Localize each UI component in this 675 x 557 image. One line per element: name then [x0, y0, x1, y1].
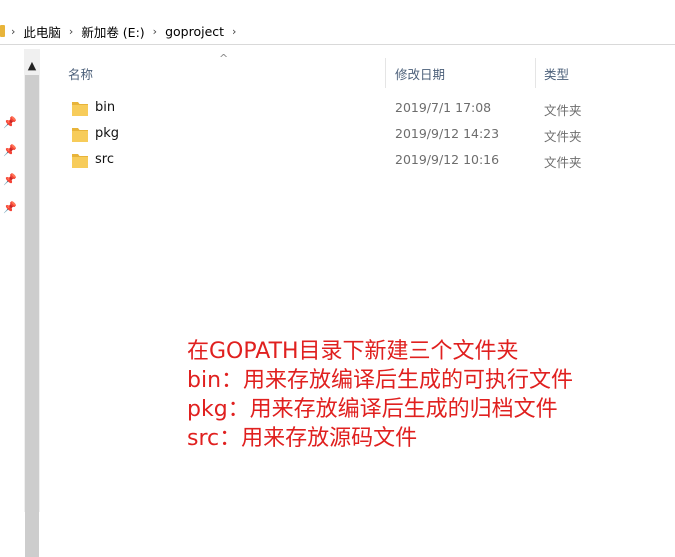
- column-divider[interactable]: [385, 58, 386, 88]
- chevron-right-icon[interactable]: ›: [153, 25, 157, 38]
- annotation-line: 在GOPATH目录下新建三个文件夹: [187, 339, 519, 364]
- file-type: 文件夹: [544, 129, 582, 144]
- breadcrumb-drive-e[interactable]: 新加卷 (E:): [81, 22, 144, 41]
- file-modified: 2019/7/1 17:08: [395, 100, 492, 115]
- folder-icon: [72, 154, 88, 168]
- file-modified: 2019/9/12 14:23: [395, 126, 500, 141]
- chevron-right-icon[interactable]: ›: [232, 25, 236, 38]
- file-type: 文件夹: [544, 155, 582, 170]
- column-modified[interactable]: 修改日期: [395, 58, 535, 88]
- column-type[interactable]: 类型: [544, 58, 644, 88]
- scroll-up-icon[interactable]: ▲: [24, 57, 40, 73]
- file-row-src[interactable]: src 2019/9/12 10:16 文件夹: [44, 149, 644, 173]
- scrollbar-thumb[interactable]: [25, 75, 39, 557]
- pin-icon[interactable]: 📌: [3, 145, 17, 157]
- folder-icon: [0, 25, 5, 37]
- breadcrumb-this-pc[interactable]: 此电脑: [23, 22, 61, 41]
- file-name: pkg: [95, 126, 120, 141]
- folder-icon: [72, 102, 88, 116]
- column-name-label: 名称: [68, 66, 94, 82]
- pin-icon[interactable]: 📌: [3, 202, 17, 214]
- annotation-line: pkg：用来存放编译后生成的归档文件: [187, 397, 558, 422]
- folder-icon: [72, 128, 88, 142]
- chevron-right-icon[interactable]: ›: [69, 25, 73, 38]
- column-name[interactable]: 名称: [68, 58, 388, 88]
- address-bar[interactable]: › 此电脑 › 新加卷 (E:) › goproject ›: [0, 18, 675, 45]
- column-divider[interactable]: [535, 58, 536, 88]
- file-modified: 2019/9/12 10:16: [395, 152, 500, 167]
- file-row-bin[interactable]: bin 2019/7/1 17:08 文件夹: [44, 97, 644, 121]
- file-type: 文件夹: [544, 103, 582, 118]
- pin-icon[interactable]: 📌: [3, 174, 17, 186]
- file-name: src: [95, 152, 114, 167]
- file-row-pkg[interactable]: pkg 2019/9/12 14:23 文件夹: [44, 123, 644, 147]
- annotation-text: 在GOPATH目录下新建三个文件夹 bin：用来存放编译后生成的可执行文件 pk…: [187, 337, 573, 453]
- chevron-right-icon[interactable]: ›: [11, 25, 15, 38]
- navigation-pane: ▲ 📌 📌 📌 📌: [0, 45, 44, 557]
- annotation-line: src：用来存放源码文件: [187, 426, 418, 451]
- annotation-line: bin：用来存放编译后生成的可执行文件: [187, 368, 574, 393]
- column-type-label: 类型: [544, 66, 570, 82]
- column-header: ^ 名称 修改日期 类型: [44, 52, 675, 88]
- pin-icon[interactable]: 📌: [3, 117, 17, 129]
- file-name: bin: [95, 100, 116, 115]
- breadcrumb-goproject[interactable]: goproject: [165, 24, 224, 39]
- column-modified-label: 修改日期: [395, 66, 446, 82]
